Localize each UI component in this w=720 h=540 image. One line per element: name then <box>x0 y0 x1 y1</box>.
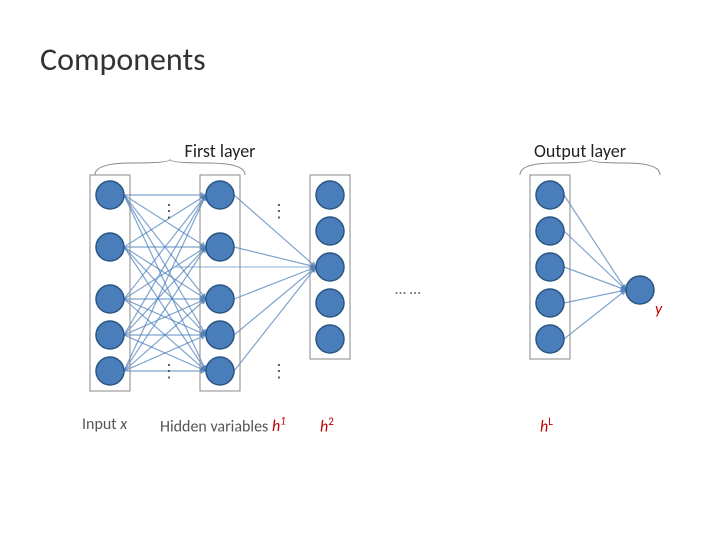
vdots-1a: ⋮ <box>160 200 178 222</box>
label-hidden-h1: Hidden variables h1 <box>160 415 286 436</box>
h-ellipsis: … … <box>395 280 421 299</box>
vdots-1b: ⋮ <box>160 360 178 382</box>
network-diagram <box>0 0 720 540</box>
label-h2: h2 <box>320 415 334 436</box>
label-hL: hL <box>540 415 553 436</box>
label-input-x: Input x <box>82 415 127 434</box>
vdots-2b: ⋮ <box>270 360 288 382</box>
label-y: y <box>655 300 662 319</box>
vdots-2a: ⋮ <box>270 200 288 222</box>
